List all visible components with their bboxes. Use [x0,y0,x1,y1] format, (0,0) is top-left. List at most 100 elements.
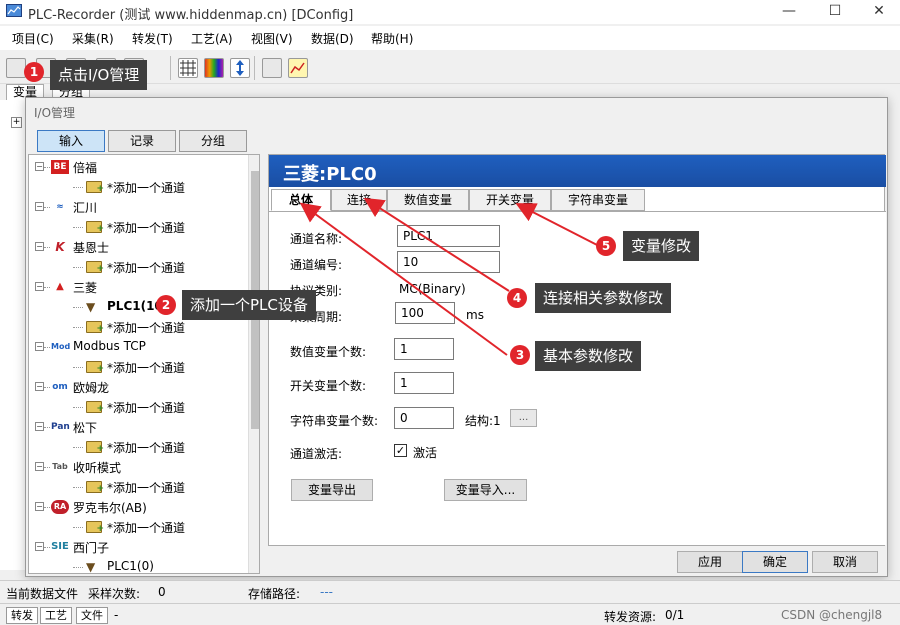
switch-var-count-field[interactable]: 1 [394,372,454,394]
ok-button[interactable]: 确定 [742,551,808,573]
maximize-button[interactable]: ☐ [812,0,858,24]
tree-node-panasonic[interactable]: − Pan 松下 [29,417,249,437]
tree-line [44,387,50,388]
apply-button[interactable]: 应用 [677,551,743,573]
expand-icon[interactable]: + [11,117,22,128]
mitsubishi-logo-icon: ▲ [56,281,64,292]
tab-switch-vars[interactable]: 开关变量 [469,189,551,211]
add-folder-icon [86,481,104,494]
status-tab-file[interactable]: 文件 [76,607,108,624]
listen-logo-icon: Tab [52,462,68,471]
palette-icon[interactable] [204,58,224,78]
tab-record[interactable]: 记录 [108,130,176,152]
tree-node-rockwell[interactable]: − RA 罗克韦尔(AB) [29,497,249,517]
status-bar-bottom: 转发 工艺 文件 - 转发资源: 0/1 CSDN @chengjl8 [0,603,900,625]
menu-data[interactable]: 数据(D) [311,30,354,47]
tree-add-channel[interactable]: *添加一个通道 [29,177,249,197]
grid-icon[interactable] [178,58,198,78]
tree-node-modbus[interactable]: − Mod Modbus TCP [29,337,249,357]
tree-node-beckhoff[interactable]: − BE 倍福 [29,157,249,177]
tree-node-label: *添加一个通道 [107,181,186,195]
menu-process[interactable]: 工艺(A) [191,30,233,47]
plc-device-icon: ▼ [86,560,96,574]
tree-node-omron[interactable]: − om 欧姆龙 [29,377,249,397]
collapse-icon[interactable]: − [35,342,44,351]
add-folder-icon [86,361,104,374]
chart-icon[interactable] [288,58,308,78]
tree-node-label: *添加一个通道 [107,481,186,495]
tree-node-inovance[interactable]: − ≈ 汇川 [29,197,249,217]
callout-3: 基本参数修改 [535,341,642,371]
tree-node-label: 倍福 [73,161,98,175]
tab-numeric-vars[interactable]: 数值变量 [387,189,469,211]
tree-line [73,447,83,448]
collapse-icon[interactable]: − [35,462,44,471]
string-var-count-field[interactable]: 0 [394,407,454,429]
channel-no-field[interactable]: 10 [397,251,500,273]
collapse-icon[interactable]: − [35,382,44,391]
status-tab-process[interactable]: 工艺 [40,607,72,624]
tree-add-channel[interactable]: *添加一个通道 [29,397,249,417]
menu-help[interactable]: 帮助(H) [371,30,413,47]
export-icon[interactable] [262,58,282,78]
tree-add-channel[interactable]: *添加一个通道 [29,517,249,537]
collapse-icon[interactable]: − [35,242,44,251]
menu-collect[interactable]: 采集(R) [72,30,114,47]
tree-node-label: 松下 [73,421,98,435]
tree-add-channel[interactable]: *添加一个通道 [29,257,249,277]
period-field[interactable]: 100 [395,302,455,324]
tree-add-channel[interactable]: *添加一个通道 [29,217,249,237]
tree-line [73,487,83,488]
tree-node-label: *添加一个通道 [107,441,186,455]
activate-checkbox[interactable]: ✓ [394,444,407,457]
collapse-icon[interactable]: − [35,282,44,291]
io-manage-icon[interactable] [6,58,26,78]
tree-node-siemens[interactable]: − SIE 西门子 [29,537,249,557]
tree-add-channel[interactable]: *添加一个通道 [29,357,249,377]
close-button[interactable]: ✕ [856,0,900,24]
status-tab-forward[interactable]: 转发 [6,607,38,624]
add-folder-icon [86,441,104,454]
siemens-logo-icon: SIE [51,541,69,552]
tree-node-keyence[interactable]: − K 基恩士 [29,237,249,257]
collapse-icon[interactable]: − [35,162,44,171]
tree-line [44,427,50,428]
menu-project[interactable]: 项目(C) [12,30,54,47]
minimize-button[interactable]: — [766,0,812,24]
numeric-var-count-field[interactable]: 1 [394,338,454,360]
collapse-icon[interactable]: − [35,422,44,431]
tree-node-label: 基恩士 [73,241,110,255]
tree-line [73,527,83,528]
tree-scrollbar[interactable] [248,155,259,573]
collapse-icon[interactable]: − [35,502,44,511]
import-variables-button[interactable]: 变量导入... [444,479,527,501]
tab-connection[interactable]: 连接 [331,189,387,211]
tree-line [73,227,83,228]
tab-group[interactable]: 分组 [179,130,247,152]
tab-general[interactable]: 总体 [271,189,331,211]
tab-input[interactable]: 输入 [37,130,105,152]
tree-add-channel[interactable]: *添加一个通道 [29,437,249,457]
switch-var-count-label: 开关变量个数: [290,379,367,393]
channel-name-field[interactable]: PLC1 [397,225,500,247]
export-variables-button[interactable]: 变量导出 [291,479,373,501]
cancel-button[interactable]: 取消 [812,551,878,573]
menu-forward[interactable]: 转发(T) [132,30,173,47]
add-folder-icon [86,261,104,274]
tree-node-label: *添加一个通道 [107,401,186,415]
collapse-icon[interactable]: − [35,542,44,551]
tree-node-listen[interactable]: − Tab 收听模式 [29,457,249,477]
tree-line [73,267,83,268]
omron-logo-icon: om [52,382,68,392]
status-bar: 当前数据文件 采样次数: 0 存储路径: --- [0,580,900,602]
tree-node-plc1-siemens[interactable]: ▼ PLC1(0) [29,557,249,574]
struct-button[interactable]: ... [510,409,537,427]
scale-icon[interactable] [230,58,250,78]
collapse-icon[interactable]: − [35,202,44,211]
menu-view[interactable]: 视图(V) [251,30,293,47]
callout-2: 添加一个PLC设备 [182,290,316,320]
tree-add-channel[interactable]: *添加一个通道 [29,317,249,337]
tree-add-channel[interactable]: *添加一个通道 [29,477,249,497]
tab-string-vars[interactable]: 字符串变量 [551,189,645,211]
plc-device-icon: ▼ [86,300,96,314]
